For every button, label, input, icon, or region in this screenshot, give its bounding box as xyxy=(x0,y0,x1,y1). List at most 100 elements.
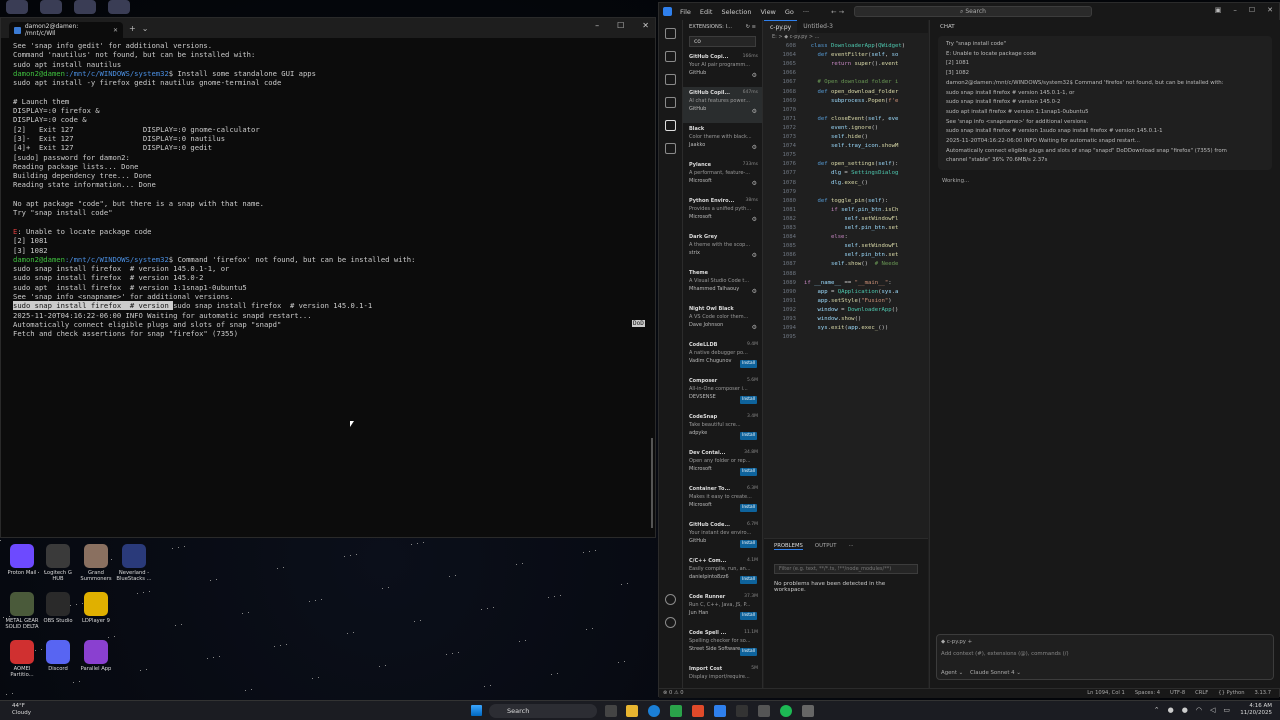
extension-item[interactable]: GitHub Copi... Your AI pair programm... Gi… xyxy=(683,51,762,87)
new-tab-button[interactable]: + xyxy=(129,24,136,33)
install-button[interactable]: Install xyxy=(740,576,757,584)
mic-icon[interactable]: ● xyxy=(1182,706,1188,714)
install-button[interactable]: Install xyxy=(740,396,757,404)
breadcrumb[interactable]: E: > ◆ c-py.py > ... xyxy=(764,33,928,42)
manage-gear-icon[interactable]: ⚙ xyxy=(752,216,757,224)
install-button[interactable]: Install xyxy=(740,648,757,656)
status-item[interactable]: CRLF xyxy=(1195,689,1208,698)
extension-item[interactable]: Theme A Visual Studio Code t... Mhammed Ta… xyxy=(683,267,762,303)
extension-item[interactable]: Night Owl Black A VS Code color them... Da… xyxy=(683,303,762,339)
clock[interactable]: 4:16 AM 11/20/2025 xyxy=(1240,703,1272,717)
file-explorer-icon[interactable] xyxy=(626,705,638,717)
close-icon[interactable]: ✕ xyxy=(642,21,649,30)
status-item[interactable]: {} Python xyxy=(1218,689,1244,698)
menu-item[interactable]: Go xyxy=(785,8,794,16)
volume-icon[interactable]: ◁ xyxy=(1210,706,1215,714)
app-icon-dark[interactable] xyxy=(802,705,814,717)
maximize-icon[interactable]: ☐ xyxy=(1249,6,1255,14)
command-search-input[interactable]: ⌕ Search xyxy=(854,6,1092,17)
install-button[interactable]: Install xyxy=(740,504,757,512)
install-button[interactable]: Install xyxy=(740,432,757,440)
extension-item[interactable]: Code Runner Run C, C++, Java, JS, P... Jun… xyxy=(683,591,762,627)
extension-item[interactable]: Code Spell ... Spelling checker for so...… xyxy=(683,627,762,663)
extension-item[interactable]: Python Enviro... Provides a unified pyth.… xyxy=(683,195,762,231)
menu-item[interactable]: Edit xyxy=(700,8,713,16)
manage-gear-icon[interactable]: ⚙ xyxy=(752,144,757,152)
terminal-scrollbar[interactable] xyxy=(651,438,653,528)
editor-tab[interactable]: c-py.py xyxy=(764,20,798,33)
agent-mode-dropdown[interactable]: Agent ⌄ xyxy=(941,670,963,676)
problems-filter-input[interactable]: Filter (e.g. text, **/*.ts, !**/node_mod… xyxy=(774,564,918,574)
extension-item[interactable]: CodeLLDB A native debugger po... Vadim Chu… xyxy=(683,339,762,375)
install-button[interactable]: Install xyxy=(740,360,757,368)
top-icon-1[interactable] xyxy=(6,0,28,14)
refresh-icon[interactable]: ↻ ≡ xyxy=(746,24,756,30)
extension-item[interactable]: C/C++ Com... Easily compile, run, an... da… xyxy=(683,555,762,591)
menu-item[interactable]: File xyxy=(680,8,691,16)
top-icon-4[interactable] xyxy=(108,0,130,14)
extension-item[interactable]: Pylance A performant, feature-... Microsof… xyxy=(683,159,762,195)
install-button[interactable]: Install xyxy=(740,468,757,476)
extension-item[interactable]: GitHub Copil... AI chat features power...… xyxy=(683,87,762,123)
desktop-icon[interactable]: Grand Summoners xyxy=(76,544,116,582)
vscode-taskbar-icon[interactable] xyxy=(714,705,726,717)
desktop-icon[interactable]: Discord xyxy=(38,640,78,672)
status-item[interactable]: 3.13.7 xyxy=(1255,689,1272,698)
app-icon-gray[interactable] xyxy=(758,705,770,717)
menu-item[interactable]: Selection xyxy=(721,8,751,16)
manage-gear-icon[interactable]: ⚙ xyxy=(752,108,757,116)
terminal-taskbar-icon[interactable] xyxy=(736,705,748,717)
desktop-icon[interactable]: AOMEI Partitio... xyxy=(2,640,42,678)
manage-gear-icon[interactable]: ⚙ xyxy=(752,180,757,188)
wifi-icon[interactable]: ◠ xyxy=(1196,706,1202,714)
menu-item[interactable]: ··· xyxy=(803,8,809,16)
close-tab-icon[interactable]: ✕ xyxy=(113,27,118,34)
status-item[interactable]: Spaces: 4 xyxy=(1135,689,1160,698)
layout-icon[interactable]: ▣ xyxy=(1215,6,1222,14)
edge-icon[interactable] xyxy=(648,705,660,717)
install-button[interactable]: Install xyxy=(740,612,757,620)
extension-item[interactable]: GitHub Code... Your instant dev enviro...… xyxy=(683,519,762,555)
app-icon-green[interactable] xyxy=(670,705,682,717)
settings-gear-icon[interactable] xyxy=(665,617,676,628)
chevron-up-icon[interactable]: ⌃ xyxy=(1154,706,1160,714)
extension-item[interactable]: CodeSnap Take beautiful scre... adpyke 3.4M… xyxy=(683,411,762,447)
status-item[interactable]: Ln 1094, Col 1 xyxy=(1087,689,1125,698)
extension-item[interactable]: Black Color theme with black... Jaakko ⚙ xyxy=(683,123,762,159)
minimize-icon[interactable]: – xyxy=(1233,6,1237,14)
top-icon-2[interactable] xyxy=(40,0,62,14)
maximize-icon[interactable]: ☐ xyxy=(617,21,624,30)
manage-gear-icon[interactable]: ⚙ xyxy=(752,324,757,332)
chat-context-chip[interactable]: ◆ c-py.py + xyxy=(941,639,1269,645)
top-icon-3[interactable] xyxy=(74,0,96,14)
editor-tab[interactable]: Untitled-3 xyxy=(797,20,839,33)
task-view-icon[interactable] xyxy=(605,705,617,717)
extension-item[interactable]: Composer All-in-One composer i... DEVSENSE… xyxy=(683,375,762,411)
desktop-icon[interactable]: Neverland - BlueStacks ... xyxy=(114,544,154,582)
search-icon[interactable] xyxy=(665,51,676,62)
extensions-search-input[interactable]: co xyxy=(689,36,756,47)
model-dropdown[interactable]: Claude Sonnet 4 ⌄ xyxy=(970,670,1021,676)
weather-widget[interactable]: 44°F Cloudy xyxy=(12,703,31,717)
account-icon[interactable] xyxy=(665,594,676,605)
close-icon[interactable]: ✕ xyxy=(1267,6,1273,14)
desktop-icon[interactable]: LDPlayer 9 xyxy=(76,592,116,624)
spotify-icon[interactable] xyxy=(780,705,792,717)
extension-item[interactable]: Dark Grey A theme with the scop... strix ⚙ xyxy=(683,231,762,267)
brave-icon[interactable] xyxy=(692,705,704,717)
status-item[interactable]: UTF-8 xyxy=(1170,689,1185,698)
desktop-icon[interactable]: Proton Mail xyxy=(2,544,42,576)
manage-gear-icon[interactable]: ⚙ xyxy=(752,72,757,80)
manage-gear-icon[interactable]: ⚙ xyxy=(752,288,757,296)
extensions-icon[interactable] xyxy=(665,120,676,131)
tray-app-icon[interactable]: ● xyxy=(1168,706,1174,714)
problems-status[interactable]: ⊗ 0 ⚠ 0 xyxy=(663,690,684,696)
extension-item[interactable]: Container To... Makes it easy to create..… xyxy=(683,483,762,519)
panel-tab[interactable]: ··· xyxy=(849,543,854,550)
source-control-icon[interactable] xyxy=(665,74,676,85)
minimize-icon[interactable]: – xyxy=(595,21,599,30)
extension-item[interactable]: Dev Contai... Open any folder or rep... Mi… xyxy=(683,447,762,483)
menu-item[interactable]: View xyxy=(760,8,775,16)
desktop-icon[interactable]: Logitech G HUB xyxy=(38,544,78,582)
chat-input[interactable]: ◆ c-py.py + Add context (#), extensions … xyxy=(936,634,1274,680)
